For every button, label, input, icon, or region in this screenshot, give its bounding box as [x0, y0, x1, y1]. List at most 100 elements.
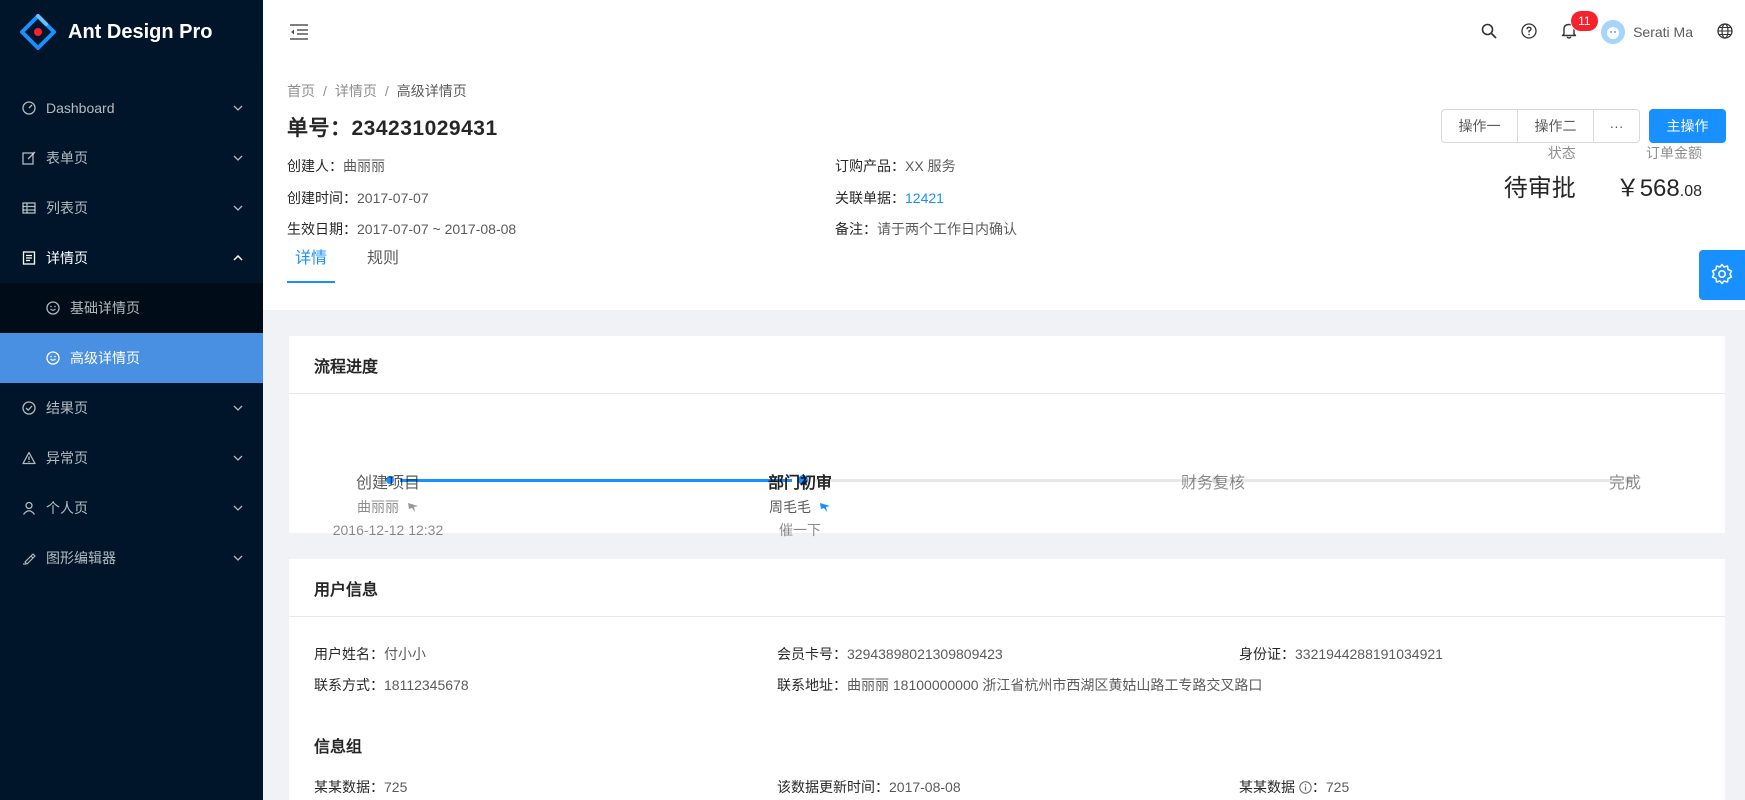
- primary-action-button[interactable]: 主操作: [1649, 109, 1726, 143]
- form-icon: [21, 150, 37, 166]
- action-button-group: 操作一 操作二 ···: [1441, 109, 1640, 143]
- question-circle-icon: [1521, 22, 1537, 42]
- chevron-down-icon: [233, 503, 243, 513]
- sidebar-item-basic-profile[interactable]: 基础详情页: [0, 283, 263, 333]
- chevron-down-icon: [233, 203, 243, 213]
- breadcrumb-current: 高级详情页: [396, 83, 467, 99]
- help-button[interactable]: [1509, 0, 1549, 64]
- chevron-up-icon: [233, 253, 243, 263]
- step-title: 财务复核: [1180, 475, 1245, 492]
- dashboard-icon: [21, 100, 37, 116]
- sidebar-item-exception[interactable]: 异常页: [0, 433, 263, 483]
- step-person: 曲丽丽: [288, 496, 488, 519]
- breadcrumb-separator: /: [323, 83, 327, 99]
- user-info-title: 用户信息: [289, 559, 1725, 617]
- global-header: 11 Serati Ma: [263, 0, 1745, 64]
- logo-icon: [20, 14, 56, 50]
- user-name-value: 付小小: [384, 646, 426, 662]
- search-icon: [1481, 23, 1497, 42]
- data1-value: 725: [384, 779, 408, 795]
- more-button[interactable]: ···: [1593, 109, 1640, 143]
- sidebar-item-form[interactable]: 表单页: [0, 133, 263, 183]
- user-name-label: 用户姓名：: [314, 646, 384, 662]
- update-value: 2017-08-08: [889, 779, 961, 795]
- amount-value: ￥568.08: [1616, 168, 1702, 203]
- related-label: 关联单据：: [835, 189, 905, 206]
- sidebar-item-advanced-profile[interactable]: 高级详情页: [0, 333, 263, 383]
- sidebar-item-editor[interactable]: 图形编辑器: [0, 533, 263, 583]
- submenu-profile: 基础详情页 高级详情页: [0, 283, 263, 383]
- amount-decimal: .08: [1679, 183, 1702, 200]
- user-menu[interactable]: Serati Ma: [1589, 0, 1705, 64]
- related-link[interactable]: 12421: [905, 190, 944, 206]
- username: Serati Ma: [1633, 24, 1693, 40]
- info-circle-icon[interactable]: [1299, 779, 1312, 795]
- tab-detail[interactable]: 详情: [287, 236, 336, 283]
- logo[interactable]: Ant Design Pro: [0, 0, 263, 64]
- action1-button[interactable]: 操作一: [1441, 109, 1518, 143]
- step-person-name: 周毛毛: [769, 499, 811, 515]
- address-value: 曲丽丽 18100000000 浙江省杭州市西湖区黄姑山路工专路交叉路口: [847, 677, 1263, 693]
- data2-item: 某某数据 ：725: [1239, 776, 1349, 798]
- step-3: 财务复核: [1113, 472, 1313, 496]
- sidebar-item-profile[interactable]: 详情页: [0, 233, 263, 283]
- smile-icon: [45, 300, 61, 316]
- sidebar-item-label: 图形编辑器: [46, 550, 116, 566]
- created-label: 创建时间：: [287, 189, 357, 206]
- info-group-title: 信息组: [314, 739, 363, 756]
- setting-drawer-button[interactable]: [1699, 250, 1745, 300]
- description-col-2: 订购产品：XX 服务 关联单据：12421 备注：请于两个工作日内确认: [835, 155, 1017, 250]
- chevron-down-icon: [233, 153, 243, 163]
- chevron-down-icon: [233, 403, 243, 413]
- dingding-icon[interactable]: [407, 497, 419, 519]
- app-title: Ant Design Pro: [68, 20, 213, 43]
- created-value: 2017-07-07: [357, 189, 429, 206]
- sidebar-item-result[interactable]: 结果页: [0, 383, 263, 433]
- remark-value: 请于两个工作日内确认: [877, 221, 1017, 237]
- dingding-icon[interactable]: [819, 497, 831, 519]
- menu-fold-icon[interactable]: [287, 20, 311, 44]
- page-extra: 状态 待审批 订单金额 ￥568.08: [1464, 142, 1702, 203]
- member-card-label: 会员卡号：: [777, 646, 847, 662]
- step-time: 2016-12-12 12:32: [332, 522, 444, 539]
- urge-link[interactable]: 催一下: [700, 519, 900, 541]
- breadcrumb-profile[interactable]: 详情页: [335, 83, 377, 99]
- update-item: 该数据更新时间：2017-08-08: [777, 776, 961, 798]
- id-card-label: 身份证：: [1239, 646, 1295, 662]
- amount-main: ￥568: [1615, 175, 1680, 202]
- address-label: 联系地址：: [777, 677, 847, 693]
- sidebar-item-account[interactable]: 个人页: [0, 483, 263, 533]
- member-card-value: 32943898021309809423: [847, 646, 1003, 662]
- sidebar-item-label: 结果页: [46, 400, 88, 416]
- notification-button[interactable]: 11: [1549, 0, 1598, 64]
- action2-button[interactable]: 操作二: [1517, 109, 1594, 143]
- search-button[interactable]: [1469, 0, 1509, 64]
- user-name-item: 用户姓名：付小小: [314, 643, 426, 665]
- sidebar-menu: Dashboard 表单页 列表页 详情页 基础详情页 高级详情页 结果页 异常…: [0, 83, 263, 583]
- remark-label: 备注：: [835, 221, 877, 237]
- step-title: 创建项目: [355, 475, 420, 492]
- progress-card: 流程进度 创建项目 曲丽丽 2016-12-12 12:32 部门初审 周毛毛 …: [288, 336, 1725, 538]
- data2-value: 725: [1325, 779, 1350, 795]
- update-label: 该数据更新时间：: [777, 779, 889, 795]
- chevron-down-icon: [233, 453, 243, 463]
- sidebar-item-label: 列表页: [46, 200, 88, 216]
- sidebar-item-dashboard[interactable]: Dashboard: [0, 83, 263, 133]
- breadcrumb-separator: /: [384, 83, 389, 99]
- progress-steps: 创建项目 曲丽丽 2016-12-12 12:32 部门初审 周毛毛 催一下 财…: [288, 394, 1725, 538]
- data1-item: 某某数据：725: [314, 776, 407, 798]
- step-2: 部门初审 周毛毛 催一下: [700, 472, 900, 541]
- page-title: 单号：234231029431: [287, 117, 498, 140]
- chevron-down-icon: [233, 103, 243, 113]
- sidebar-item-list[interactable]: 列表页: [0, 183, 263, 233]
- language-button[interactable]: [1705, 0, 1745, 64]
- progress-card-title: 流程进度: [289, 336, 1725, 394]
- effective-label: 生效日期：: [287, 221, 357, 237]
- phone-item: 联系方式：18112345678: [314, 674, 469, 696]
- product-value: XX 服务: [905, 158, 956, 174]
- profile-icon: [21, 250, 37, 266]
- tab-rule[interactable]: 规则: [359, 236, 407, 282]
- breadcrumb-home[interactable]: 首页: [287, 83, 315, 99]
- step-person-name: 曲丽丽: [357, 499, 399, 515]
- step-person: 周毛毛: [700, 496, 900, 519]
